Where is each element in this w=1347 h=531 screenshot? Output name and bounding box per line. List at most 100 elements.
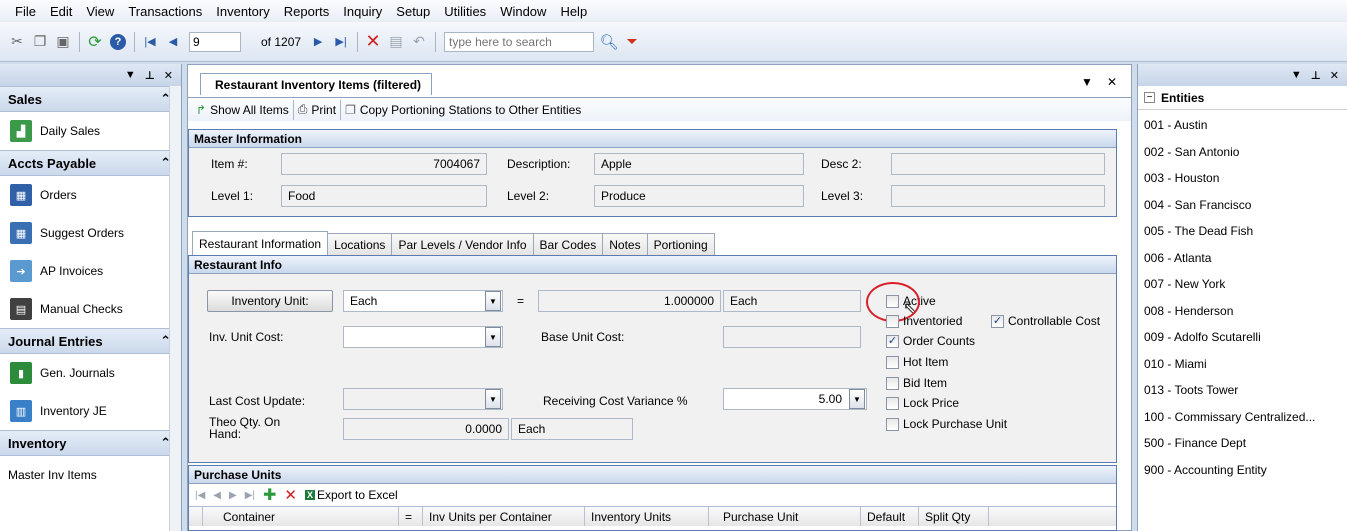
show-all-button[interactable]: Show All Items: [210, 103, 289, 117]
entity-item[interactable]: 007 - New York: [1138, 271, 1347, 298]
menu-edit[interactable]: Edit: [43, 4, 79, 19]
col-split-qty[interactable]: Split Qty: [919, 507, 989, 526]
entity-item[interactable]: 005 - The Dead Fish: [1138, 218, 1347, 245]
level2-field[interactable]: Produce: [594, 185, 804, 207]
tab-locations[interactable]: Locations: [327, 233, 393, 255]
nav-section-journal-entries[interactable]: Journal Entries ⌃: [0, 328, 181, 354]
entity-item[interactable]: 008 - Henderson: [1138, 298, 1347, 325]
hot-item-check[interactable]: [886, 355, 899, 369]
nav-item-manual-checks[interactable]: ▤ Manual Checks: [0, 290, 181, 328]
menu-help[interactable]: Help: [553, 4, 594, 19]
bid-item-checkbox[interactable]: Bid Item: [886, 376, 947, 390]
controllable-cost-check[interactable]: ✓: [991, 314, 1004, 328]
entity-item[interactable]: 002 - San Antonio: [1138, 139, 1347, 166]
description-field[interactable]: Apple: [594, 153, 804, 175]
desc2-field[interactable]: [891, 153, 1105, 175]
chevron-down-icon[interactable]: ▼: [849, 389, 865, 409]
entity-item[interactable]: 001 - Austin: [1138, 112, 1347, 139]
inventory-unit-button[interactable]: Inventory Unit:: [207, 290, 333, 312]
col-inv-units-per-container[interactable]: Inv Units per Container: [423, 507, 585, 526]
menu-window[interactable]: Window: [493, 4, 553, 19]
controllable-cost-checkbox[interactable]: ✓ Controllable Cost: [991, 314, 1100, 328]
search-input[interactable]: [444, 31, 595, 52]
col-equals[interactable]: =: [399, 507, 423, 526]
pin-icon[interactable]: ⊥: [145, 69, 155, 82]
base-unit-cost-field[interactable]: [723, 326, 861, 348]
inventoried-check[interactable]: [886, 314, 899, 328]
inventory-unit-select[interactable]: Each: [343, 290, 503, 312]
print-button[interactable]: Print: [311, 103, 336, 117]
tools-icon[interactable]: ✂: [6, 31, 28, 53]
entity-item[interactable]: 004 - San Francisco: [1138, 192, 1347, 219]
chevron-down-icon[interactable]: ▼: [1081, 75, 1093, 89]
entity-item[interactable]: 003 - Houston: [1138, 165, 1347, 192]
menu-utilities[interactable]: Utilities: [437, 4, 493, 19]
copy-portioning-button[interactable]: Copy Portioning Stations to Other Entiti…: [360, 103, 581, 117]
bid-item-check[interactable]: [886, 376, 899, 390]
chevron-down-icon[interactable]: ▼: [125, 69, 136, 81]
level1-field[interactable]: Food: [281, 185, 487, 207]
order-counts-check[interactable]: ✓: [886, 334, 899, 348]
delete-icon[interactable]: ✕: [362, 31, 384, 53]
entity-item[interactable]: 100 - Commissary Centralized...: [1138, 404, 1347, 431]
level3-field[interactable]: [891, 185, 1105, 207]
search-icon[interactable]: 🔍︎: [598, 31, 620, 53]
col-container[interactable]: Container: [203, 507, 399, 526]
add-icon[interactable]: ✚: [263, 485, 276, 505]
nav-item-daily-sales[interactable]: ▟ Daily Sales: [0, 112, 181, 150]
last-record-icon[interactable]: ▶|: [245, 490, 255, 501]
lock-price-check[interactable]: [886, 396, 899, 410]
undo-icon[interactable]: ↶: [408, 31, 430, 53]
theo-qty-field[interactable]: 0.0000: [343, 418, 509, 440]
entities-header[interactable]: − Entities: [1138, 86, 1347, 110]
nav-section-accts-payable[interactable]: Accts Payable ⌃: [0, 150, 181, 176]
next-record-icon[interactable]: ▶: [229, 490, 237, 501]
menu-file[interactable]: File: [8, 4, 43, 19]
copy-icon[interactable]: ❐: [29, 31, 51, 53]
chevron-down-icon[interactable]: ▼: [485, 291, 501, 311]
nav-item-suggest-orders[interactable]: ▦ Suggest Orders: [0, 214, 181, 252]
prev-record-icon[interactable]: ◀: [162, 31, 184, 53]
order-counts-checkbox[interactable]: ✓ Order Counts: [886, 334, 975, 348]
chevron-down-icon[interactable]: ▼: [485, 389, 501, 409]
tab-notes[interactable]: Notes: [602, 233, 648, 255]
help-icon[interactable]: ?: [107, 31, 129, 53]
entity-item[interactable]: 006 - Atlanta: [1138, 245, 1347, 272]
close-icon[interactable]: ✕: [164, 69, 173, 82]
lock-purchase-unit-check[interactable]: [886, 417, 899, 431]
nav-section-inventory[interactable]: Inventory ⌃: [0, 430, 181, 456]
inv-unit-cost-select[interactable]: [343, 326, 503, 348]
first-record-icon[interactable]: |◀: [139, 31, 161, 53]
export-to-excel-button[interactable]: Export to Excel: [317, 488, 398, 502]
tab-par-levels[interactable]: Par Levels / Vendor Info: [391, 233, 534, 255]
receiving-cost-variance-field[interactable]: 5.00: [723, 388, 867, 410]
tab-restaurant-information[interactable]: Restaurant Information: [192, 231, 329, 255]
refresh-icon[interactable]: ⟳: [84, 31, 106, 53]
prev-record-icon[interactable]: ◀: [213, 490, 221, 501]
last-cost-update-select[interactable]: [343, 388, 503, 410]
menu-transactions[interactable]: Transactions: [121, 4, 209, 19]
collapse-icon[interactable]: −: [1144, 92, 1155, 103]
menu-inquiry[interactable]: Inquiry: [336, 4, 389, 19]
chevron-down-icon[interactable]: ▼: [485, 327, 501, 347]
conversion-unit-field[interactable]: Each: [723, 290, 861, 312]
nav-section-sales[interactable]: Sales ⌃: [0, 86, 181, 112]
filter-icon[interactable]: ⏷: [621, 31, 643, 53]
entity-item[interactable]: 900 - Accounting Entity: [1138, 457, 1347, 484]
save-icon[interactable]: ▤: [385, 31, 407, 53]
item-number-field[interactable]: 7004067: [281, 153, 487, 175]
nav-item-inventory-je[interactable]: ▥ Inventory JE: [0, 392, 181, 430]
close-icon[interactable]: ✕: [1330, 69, 1339, 82]
entity-item[interactable]: 010 - Miami: [1138, 351, 1347, 378]
last-record-icon[interactable]: ▶|: [330, 31, 352, 53]
first-record-icon[interactable]: |◀: [195, 490, 205, 501]
col-inventory-units[interactable]: Inventory Units: [585, 507, 709, 526]
nav-scrollbar[interactable]: [169, 86, 181, 531]
chevron-down-icon[interactable]: ▼: [1291, 69, 1302, 81]
nav-item-ap-invoices[interactable]: ➔ AP Invoices: [0, 252, 181, 290]
col-purchase-unit[interactable]: Purchase Unit: [709, 507, 861, 526]
conversion-value-field[interactable]: 1.000000: [538, 290, 721, 312]
entity-item[interactable]: 013 - Toots Tower: [1138, 377, 1347, 404]
menu-reports[interactable]: Reports: [277, 4, 337, 19]
delete-icon[interactable]: ✕: [284, 486, 297, 504]
